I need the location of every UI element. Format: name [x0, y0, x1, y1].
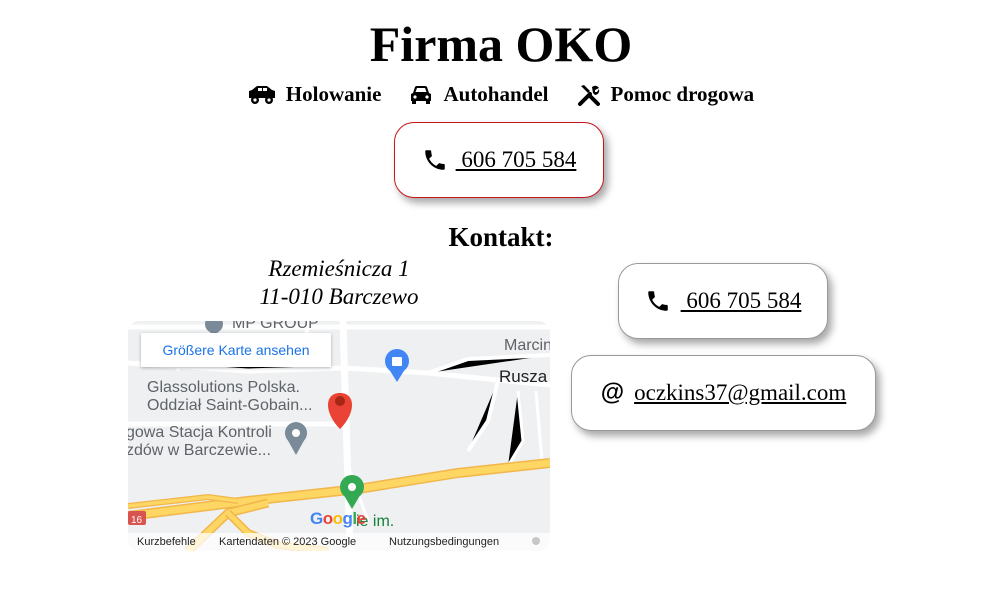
map-label-rusza: Rusza — [499, 367, 548, 386]
main-nav: Holowanie Autohandel Pomoc drogowa — [0, 82, 1002, 107]
nav-item-label: Autohandel — [443, 82, 549, 106]
nav-item-autohandel[interactable]: Autohandel — [409, 82, 549, 107]
address-city: 11-010 Barczewo — [259, 284, 419, 309]
contact-heading: Kontakt: — [448, 222, 554, 252]
email-button[interactable]: @ oczkins37@gmail.com — [571, 355, 876, 431]
map-label-glassolutions: Glassolutions Polska. — [147, 379, 300, 396]
at-icon: @ — [600, 379, 625, 406]
map-shortcuts-link[interactable]: Kurzbefehle — [137, 533, 196, 551]
nav-item-pomoc-drogowa[interactable]: Pomoc drogowa — [577, 82, 755, 107]
phone-button-contact[interactable]: 606 705 584 — [618, 263, 828, 339]
map-label-oddzial: Oddział Saint-Gobain... — [147, 397, 313, 414]
map-road-number: 16 — [131, 515, 143, 526]
address: Rzemieśnicza 1 11-010 Barczewo — [128, 255, 550, 311]
email-link[interactable]: oczkins37@gmail.com — [634, 380, 846, 406]
address-street: Rzemieśnicza 1 — [268, 256, 410, 281]
phone-button-main[interactable]: 606 705 584 — [394, 122, 604, 198]
map-label-barczewie: zdów w Barczewie... — [128, 442, 271, 459]
tools-icon — [577, 84, 600, 106]
map-label-stacja: gowa Stacja Kontroli — [128, 424, 272, 441]
phone-icon — [424, 150, 445, 170]
nav-item-holowanie[interactable]: Holowanie — [248, 82, 382, 107]
phone-icon — [647, 291, 668, 311]
google-map[interactable]: Größere Karte ansehen MP GROUP Glassolut… — [128, 321, 550, 551]
map-terms-link[interactable]: Nutzungsbedingungen — [389, 533, 499, 551]
map-label-marcin: Marcin — [504, 337, 550, 354]
tow-truck-icon — [248, 85, 275, 104]
car-icon — [411, 85, 432, 104]
nav-item-label: Holowanie — [285, 82, 382, 106]
google-logo: Google — [310, 509, 366, 528]
page-title: Firma OKO — [369, 16, 633, 72]
phone-link-main[interactable]: 606 705 584 — [456, 147, 576, 173]
phone-link-contact[interactable]: 606 705 584 — [681, 288, 801, 314]
map-footer: Kurzbefehle Kartendaten © 2023 Google Nu… — [128, 533, 550, 551]
page: Firma OKO Holowanie Autohandel Pomoc dro… — [0, 0, 1002, 599]
map-data-link[interactable]: Kartendaten © 2023 Google — [219, 533, 356, 551]
map-label-mp-group: MP GROUP — [232, 321, 319, 332]
nav-item-label: Pomoc drogowa — [610, 82, 755, 106]
larger-map-button[interactable]: Größere Karte ansehen — [141, 333, 331, 367]
